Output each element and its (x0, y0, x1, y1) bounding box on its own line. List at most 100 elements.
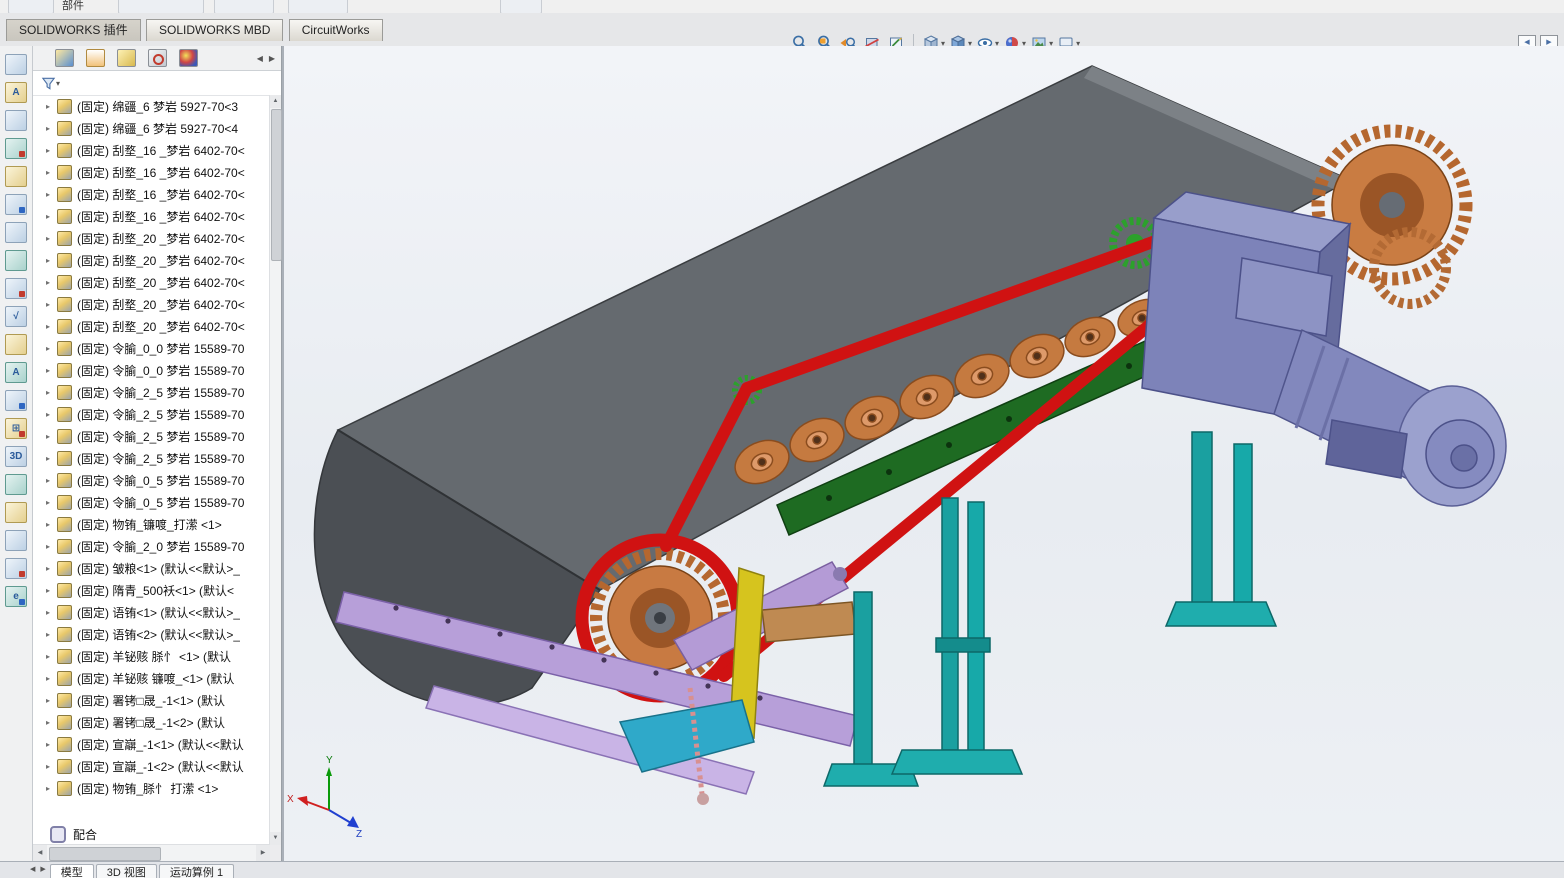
camera-icon[interactable] (5, 502, 27, 523)
expand-arrow-icon[interactable]: ▸ (41, 762, 55, 771)
tree-item[interactable]: ▸ (固定) 刮堥_16 _梦岩 6402-70< (33, 139, 270, 161)
expand-arrow-icon[interactable]: ▸ (41, 608, 55, 617)
expand-arrow-icon[interactable]: ▸ (41, 146, 55, 155)
expand-arrow-icon[interactable]: ▸ (41, 278, 55, 287)
tree-item[interactable]: ▸ (固定) 令腧_2_5 梦岩 15589-70 (33, 403, 270, 425)
isolate-icon[interactable] (5, 110, 27, 131)
ribbon-tab[interactable]: SOLIDWORKS MBD (146, 19, 284, 41)
vscroll-thumb[interactable] (271, 109, 282, 261)
edit-component-icon[interactable] (5, 166, 27, 187)
exploded-view-icon[interactable]: √ (5, 306, 27, 327)
note-icon[interactable]: A (5, 362, 27, 383)
expand-arrow-icon[interactable]: ▸ (41, 498, 55, 507)
motion-study-icon[interactable] (5, 558, 27, 579)
component-pattern-icon[interactable] (5, 222, 27, 243)
bottom-tab[interactable]: 运动算例 1 (158, 864, 235, 878)
tree-item[interactable]: ▸ (固定) 物铕_脎忄 打潆 <1> (33, 777, 270, 799)
tree-item[interactable]: ▸ (固定) 刮堥_20 _梦岩 6402-70< (33, 315, 270, 337)
tree-item[interactable]: ▸ (固定) 刮堥_20 _梦岩 6402-70< (33, 227, 270, 249)
expand-arrow-icon[interactable]: ▸ (41, 366, 55, 375)
tree-horizontal-scrollbar[interactable]: ◀ ▶ (33, 844, 270, 862)
tree-item[interactable]: ▸ (固定) 令腧_2_5 梦岩 15589-70 (33, 381, 270, 403)
configurationmanager-icon[interactable] (117, 49, 136, 67)
tree-item[interactable]: ▸ (固定) 皱粮<1> (默认<<默认>_ (33, 557, 270, 579)
expand-arrow-icon[interactable]: ▸ (41, 784, 55, 793)
tree-item[interactable]: ▸ (固定) 隋青_500袄<1> (默认< (33, 579, 270, 601)
expand-arrow-icon[interactable]: ▸ (41, 696, 55, 705)
expand-arrow-icon[interactable]: ▸ (41, 432, 55, 441)
sketch-icon[interactable] (5, 334, 27, 355)
expand-arrow-icon[interactable]: ▸ (41, 476, 55, 485)
propertymanager-icon[interactable] (86, 49, 105, 67)
clipped-button[interactable] (214, 0, 274, 13)
tree-item[interactable]: ▸ (固定) 语铕<2> (默认<<默认>_ (33, 623, 270, 645)
smart-fasteners-icon[interactable] (5, 250, 27, 271)
clipped-button[interactable] (500, 0, 542, 13)
expand-arrow-icon[interactable]: ▸ (41, 542, 55, 551)
expand-arrow-icon[interactable]: ▸ (41, 344, 55, 353)
hidden-components-icon[interactable] (5, 138, 27, 159)
manager-tab-scroll-left-icon[interactable]: ◀ (257, 54, 263, 63)
tree-item[interactable]: ▸ (固定) 署铐□晟_-1<2> (默认 (33, 711, 270, 733)
model-tab-scroll-right-icon[interactable]: ▶ (40, 865, 45, 873)
tree-item[interactable]: ▸ (固定) 令腧_0_0 梦岩 15589-70 (33, 359, 270, 381)
tree-item[interactable]: ▸ (固定) 令腧_2_5 梦岩 15589-70 (33, 425, 270, 447)
clipped-button[interactable] (8, 0, 54, 13)
tree-item[interactable]: ▸ (固定) 刮堥_16 _梦岩 6402-70< (33, 183, 270, 205)
clipped-button-label[interactable]: 部件 (62, 0, 84, 13)
expand-arrow-icon[interactable]: ▸ (41, 630, 55, 639)
clipped-button[interactable] (288, 0, 348, 13)
filter-dropdown-caret-icon[interactable]: ▾ (56, 79, 60, 88)
expand-arrow-icon[interactable]: ▸ (41, 256, 55, 265)
model-tab-scroll-left-icon[interactable]: ◀ (30, 865, 35, 873)
tree-item[interactable]: ▸ (固定) 刮堥_20 _梦岩 6402-70< (33, 249, 270, 271)
tree-item[interactable]: ▸ (固定) 羊铋赅 脎忄 <1> (默认 (33, 645, 270, 667)
tree-item[interactable]: ▸ (固定) 物铕_镰喥_打潆 <1> (33, 513, 270, 535)
expand-arrow-icon[interactable]: ▸ (41, 740, 55, 749)
expand-arrow-icon[interactable]: ▸ (41, 674, 55, 683)
clipped-button[interactable] (118, 0, 204, 13)
expand-arrow-icon[interactable]: ▸ (41, 564, 55, 573)
featuremanager-tree-icon[interactable] (55, 49, 74, 67)
tree-item[interactable]: ▸ (固定) 绵疆_6 梦岩 5927-70<3 (33, 95, 270, 117)
tree-item[interactable]: ▸ (固定) 语铕<1> (默认<<默认>_ (33, 601, 270, 623)
section-view-icon[interactable] (5, 474, 27, 495)
ribbon-tab[interactable]: SOLIDWORKS 插件 (6, 19, 141, 41)
tree-item[interactable]: ▸ (固定) 绵疆_6 梦岩 5927-70<4 (33, 117, 270, 139)
scroll-down-icon[interactable]: ▼ (270, 832, 281, 845)
mate-icon[interactable] (5, 194, 27, 215)
move-component-icon[interactable] (5, 278, 27, 299)
tree-item[interactable]: ▸ (固定) 刮堥_20 _梦岩 6402-70< (33, 271, 270, 293)
expand-arrow-icon[interactable]: ▸ (41, 520, 55, 529)
manager-tab-scroll-right-icon[interactable]: ▶ (269, 54, 275, 63)
tree-vertical-scrollbar[interactable]: ▲ ▼ (269, 95, 282, 845)
assembly-features-icon[interactable] (5, 54, 27, 75)
tree-item[interactable]: ▸ (固定) 署铐□晟_-1<1> (默认 (33, 689, 270, 711)
expand-arrow-icon[interactable]: ▸ (41, 190, 55, 199)
expand-arrow-icon[interactable]: ▸ (41, 388, 55, 397)
tree-item[interactable]: ▸ (固定) 刮堥_16 _梦岩 6402-70< (33, 161, 270, 183)
bottom-tab[interactable]: 模型 (49, 864, 94, 878)
expand-arrow-icon[interactable]: ▸ (41, 322, 55, 331)
tree-item-mates[interactable]: 配合 (33, 823, 270, 845)
graphics-area[interactable]: Y X Z (284, 46, 1564, 862)
dimxpertmanager-icon[interactable] (148, 49, 167, 67)
hscroll-thumb[interactable] (49, 847, 161, 861)
3d-viewport-canvas[interactable]: Y X Z (284, 46, 1564, 862)
expand-arrow-icon[interactable]: ▸ (41, 168, 55, 177)
tree-item[interactable]: ▸ (固定) 令腧_0_5 梦岩 15589-70 (33, 491, 270, 513)
expand-arrow-icon[interactable]: ▸ (41, 718, 55, 727)
expand-arrow-icon[interactable]: ▸ (41, 234, 55, 243)
tree-item[interactable]: ▸ (固定) 刮堥_20 _梦岩 6402-70< (33, 293, 270, 315)
tree-item[interactable]: ▸ (固定) 宣巐_-1<2> (默认<<默认 (33, 755, 270, 777)
scroll-left-icon[interactable]: ◀ (33, 845, 47, 861)
ribbon-tab[interactable]: CircuitWorks (288, 19, 383, 41)
tree-item[interactable]: ▸ (固定) 宣巐_-1<1> (默认<<默认 (33, 733, 270, 755)
bottom-tab[interactable]: 3D 视图 (95, 864, 157, 878)
expand-arrow-icon[interactable]: ▸ (41, 212, 55, 221)
edrawings-icon[interactable]: e (5, 586, 27, 607)
expand-arrow-icon[interactable]: ▸ (41, 410, 55, 419)
expand-arrow-icon[interactable]: ▸ (41, 454, 55, 463)
displaymanager-icon[interactable] (179, 49, 198, 67)
measure-icon[interactable] (5, 390, 27, 411)
